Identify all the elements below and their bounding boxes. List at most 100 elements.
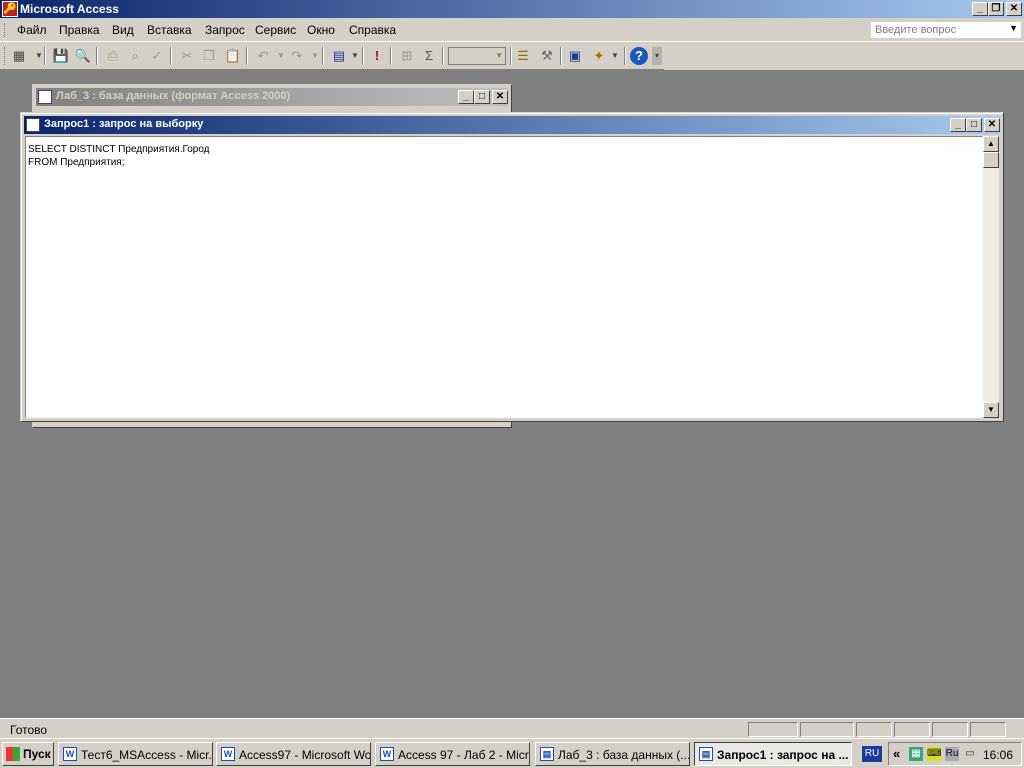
cut-icon[interactable]: ✂ — [178, 47, 196, 65]
save-icon[interactable]: 💾 — [52, 47, 70, 65]
menu-help[interactable]: Справка — [349, 23, 396, 37]
access-key-icon[interactable]: 🔑 — [2, 1, 18, 17]
toolbar-separator — [322, 47, 324, 65]
taskbar-button-active[interactable]: ▤ Запрос1 : запрос на ... — [694, 742, 852, 766]
new-object-dropdown-icon[interactable]: ▼ — [606, 47, 624, 65]
menu-insert[interactable]: Вставка — [147, 23, 192, 37]
chevron-down-icon[interactable]: ▼ — [1009, 23, 1018, 33]
menu-query[interactable]: Запрос — [205, 23, 245, 37]
taskbar-button[interactable]: W Access97 - Microsoft Word — [216, 742, 371, 766]
tray-expand-icon[interactable]: « — [893, 746, 900, 761]
start-button[interactable]: Пуск — [2, 742, 54, 766]
print-preview-icon[interactable]: 🔍 — [74, 47, 92, 65]
clock[interactable]: 16:06 — [983, 748, 1013, 762]
ask-question-box[interactable]: Введите вопрос ▼ — [870, 21, 1022, 39]
vertical-scrollbar[interactable]: ▲ ▼ — [983, 136, 999, 418]
toolbar-separator — [362, 47, 364, 65]
taskbar-button-label: Тест6_MSAccess - Micr... — [81, 748, 213, 762]
query-design-toolbar: ▦ ▼ 💾 🔍 ⎙ ⌕ ✓ ✂ ❐ 📋 ↶ ▼ ↷ ▼ ▤ ▼ ! ⊞ Σ ▼ … — [0, 42, 664, 70]
taskbar: Пуск W Тест6_MSAccess - Micr... W Access… — [0, 738, 1024, 768]
query-window-title-bar[interactable]: Запрос1 : запрос на выборку _ □ ✕ — [24, 116, 1000, 134]
menu-view[interactable]: Вид — [112, 23, 134, 37]
status-panel — [970, 722, 1006, 737]
menu-grip[interactable] — [4, 23, 7, 37]
query-window-title: Запрос1 : запрос на выборку — [44, 118, 204, 130]
menu-file[interactable]: Файл — [17, 23, 47, 37]
database-window-title: Лаб_3 : база данных (формат Access 2000) — [56, 90, 291, 102]
spelling-icon[interactable]: ✓ — [148, 47, 166, 65]
status-panel — [894, 722, 930, 737]
monitor-icon[interactable]: ▭ — [963, 747, 977, 761]
database-icon[interactable] — [38, 90, 52, 104]
datasheet-view-icon[interactable]: ▦ — [10, 47, 28, 65]
minimize-button[interactable]: _ — [972, 2, 988, 16]
status-text: Готово — [10, 723, 48, 737]
word-icon: W — [63, 747, 77, 761]
taskbar-button[interactable]: W Тест6_MSAccess - Micr... — [58, 742, 213, 766]
database-window-title-bar[interactable]: Лаб_3 : база данных (формат Access 2000)… — [36, 88, 508, 106]
query-close-button[interactable]: ✕ — [984, 118, 1000, 132]
status-panel — [748, 722, 798, 737]
help-icon[interactable]: ? — [630, 47, 648, 65]
toolbar-separator — [44, 47, 46, 65]
language-indicator[interactable]: RU — [862, 746, 882, 762]
show-table-icon[interactable]: ⊞ — [398, 47, 416, 65]
network-icon[interactable]: ▦ — [909, 747, 923, 761]
toolbar-separator — [624, 47, 626, 65]
status-panel — [932, 722, 968, 737]
database-icon: ▤ — [540, 747, 554, 761]
toolbar-separator — [560, 47, 562, 65]
toolbar-separator — [246, 47, 248, 65]
menu-tools[interactable]: Сервис — [255, 23, 296, 37]
sql-editor[interactable]: SELECT DISTINCT Предприятия.Город FROM Пр… — [25, 136, 983, 418]
top-values-combo[interactable]: ▼ — [448, 47, 506, 65]
search-icon[interactable]: ⌕ — [126, 47, 144, 65]
run-icon[interactable]: ! — [368, 47, 386, 65]
toolbar-separator — [442, 47, 444, 65]
query-minimize-button[interactable]: _ — [950, 118, 966, 132]
menu-edit[interactable]: Правка — [59, 23, 100, 37]
scroll-thumb[interactable] — [983, 152, 999, 168]
word-icon: W — [221, 747, 235, 761]
query-icon[interactable] — [26, 118, 40, 132]
app-title: Microsoft Access — [20, 2, 119, 16]
properties-icon[interactable]: ☰ — [514, 47, 532, 65]
restore-button[interactable]: ❐ — [988, 2, 1004, 16]
close-button[interactable]: ✕ — [1006, 2, 1022, 16]
database-window-icon[interactable]: ▣ — [566, 47, 584, 65]
redo-icon[interactable]: ↷ — [288, 47, 306, 65]
windows-logo-icon — [6, 747, 20, 761]
print-icon[interactable]: ⎙ — [104, 47, 122, 65]
scroll-down-button[interactable]: ▼ — [983, 402, 999, 418]
chevron-down-icon[interactable]: ▼ — [495, 51, 503, 60]
menu-bar: Файл Правка Вид Вставка Запрос Сервис Ок… — [0, 18, 1024, 42]
build-icon[interactable]: ⚒ — [538, 47, 556, 65]
word-icon: W — [380, 747, 394, 761]
query-window[interactable]: Запрос1 : запрос на выборку _ □ ✕ SELECT… — [20, 112, 1004, 422]
taskbar-button[interactable]: W Access 97 - Лаб 2 - Micr... — [375, 742, 530, 766]
system-tray: « ▦ ⌨ Ru ▭ 16:06 — [888, 742, 1022, 766]
toolbar-separator — [390, 47, 392, 65]
db-close-button[interactable]: ✕ — [492, 90, 508, 104]
undo-icon[interactable]: ↶ — [254, 47, 272, 65]
totals-icon[interactable]: Σ — [420, 47, 438, 65]
status-panel — [800, 722, 854, 737]
toolbar-separator — [96, 47, 98, 65]
taskbar-button-label: Access 97 - Лаб 2 - Micr... — [398, 748, 530, 762]
paste-icon[interactable]: 📋 — [224, 47, 242, 65]
taskbar-button[interactable]: ▤ Лаб_3 : база данных (... — [535, 742, 690, 766]
query-maximize-button[interactable]: □ — [966, 118, 982, 132]
db-minimize-button[interactable]: _ — [458, 90, 474, 104]
status-panel — [856, 722, 892, 737]
scroll-up-button[interactable]: ▲ — [983, 136, 999, 152]
ask-question-placeholder: Введите вопрос — [875, 24, 957, 36]
keyboard-icon[interactable]: ⌨ — [927, 747, 941, 761]
toolbar-options-icon[interactable]: ▾ — [652, 47, 662, 65]
copy-icon[interactable]: ❐ — [200, 47, 218, 65]
app-title-bar[interactable]: 🔑 Microsoft Access _ ❐ ✕ — [0, 0, 1024, 18]
toolbar-grip[interactable] — [4, 47, 7, 65]
menu-window[interactable]: Окно — [307, 23, 335, 37]
taskbar-button-label: Лаб_3 : база данных (... — [558, 748, 690, 762]
db-maximize-button[interactable]: □ — [474, 90, 490, 104]
tray-lang-icon[interactable]: Ru — [945, 747, 959, 761]
